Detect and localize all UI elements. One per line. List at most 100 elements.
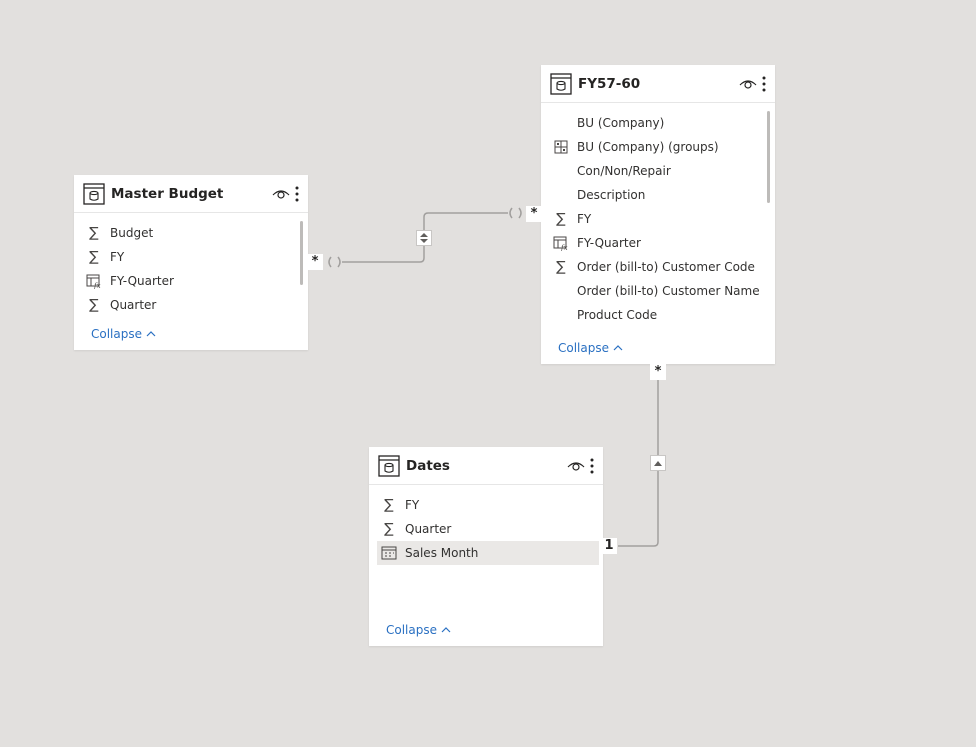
filter-chevron-left xyxy=(328,256,332,268)
calendar-icon xyxy=(381,546,397,560)
field-label: Description xyxy=(577,188,646,202)
blank-icon xyxy=(553,283,569,299)
table-title: FY57-60 xyxy=(578,75,641,92)
table-card-dates[interactable]: Dates ∑ FY ∑ Quarter Sales Month Collaps… xyxy=(369,447,603,646)
blank-icon xyxy=(553,307,569,323)
blank-icon xyxy=(553,115,569,131)
field-list[interactable]: ∑ FY ∑ Quarter Sales Month xyxy=(369,485,603,565)
eye-icon xyxy=(272,189,290,199)
field-label: BU (Company) (groups) xyxy=(577,140,719,154)
cardinality-many-marker: * xyxy=(526,206,542,222)
field-row[interactable]: fx FY-Quarter xyxy=(541,231,775,255)
more-options-button[interactable] xyxy=(757,75,767,93)
chevron-up-icon xyxy=(441,627,451,633)
group-icon xyxy=(554,140,568,154)
visibility-button[interactable] xyxy=(272,185,290,203)
collapse-button[interactable]: Collapse xyxy=(558,341,623,355)
table-header[interactable]: FY57-60 xyxy=(541,65,775,103)
field-row[interactable]: ∑ Budget xyxy=(74,221,308,245)
collapse-label: Collapse xyxy=(386,623,437,637)
field-row[interactable]: Description xyxy=(541,183,775,207)
field-label: Con/Non/Repair xyxy=(577,164,671,178)
scrollbar[interactable] xyxy=(767,111,770,203)
field-label: Quarter xyxy=(110,298,157,312)
sigma-icon: ∑ xyxy=(556,259,566,275)
field-list[interactable]: BU (Company) BU (Company) (groups) Con/N… xyxy=(541,103,775,327)
field-row[interactable]: BU (Company) (groups) xyxy=(541,135,775,159)
field-label: Order (bill-to) Customer Code xyxy=(577,260,755,274)
table-icon xyxy=(550,72,572,95)
cross-filter-both-button[interactable] xyxy=(416,230,432,246)
table-title: Master Budget xyxy=(111,185,224,202)
field-row[interactable]: ∑ FY xyxy=(369,493,603,517)
more-options-button[interactable] xyxy=(585,457,595,475)
table-card-master-budget[interactable]: Master Budget ∑ Budget ∑ FY fx FY-Quarte… xyxy=(74,175,308,350)
field-label: FY xyxy=(577,212,592,226)
sigma-icon: ∑ xyxy=(89,249,99,265)
arrow-up-icon xyxy=(654,461,662,466)
field-label: Budget xyxy=(110,226,154,240)
collapse-button[interactable]: Collapse xyxy=(386,623,451,637)
field-list[interactable]: ∑ Budget ∑ FY fx FY-Quarter ∑ Quarter xyxy=(74,213,308,317)
more-options-icon xyxy=(590,458,594,473)
blank-icon xyxy=(553,163,569,179)
field-row[interactable]: ∑ FY xyxy=(541,207,775,231)
field-label: BU (Company) xyxy=(577,116,665,130)
table-card-fy57-60[interactable]: FY57-60 BU (Company) BU (Company) (group… xyxy=(541,65,775,364)
field-row[interactable]: ∑ Quarter xyxy=(369,517,603,541)
more-options-icon xyxy=(762,76,766,91)
field-label: Sales Month xyxy=(405,546,479,560)
field-row[interactable]: fx FY-Quarter xyxy=(74,269,308,293)
collapse-label: Collapse xyxy=(91,327,142,341)
collapse-button[interactable]: Collapse xyxy=(91,327,156,341)
model-canvas[interactable]: Master Budget ∑ Budget ∑ FY fx FY-Quarte… xyxy=(0,0,976,747)
filter-chevron-left-2 xyxy=(337,256,341,268)
field-label: FY-Quarter xyxy=(577,236,641,250)
field-label: Order (bill-to) Customer Name xyxy=(577,284,760,298)
field-row[interactable]: ∑ FY xyxy=(74,245,308,269)
visibility-button[interactable] xyxy=(567,457,585,475)
field-row[interactable]: ∑ Quarter xyxy=(74,293,308,317)
scrollbar[interactable] xyxy=(300,221,303,285)
cardinality-many-marker: * xyxy=(650,364,666,380)
eye-icon xyxy=(567,461,585,471)
field-row[interactable]: Product Code xyxy=(541,303,775,327)
table-title: Dates xyxy=(406,457,450,474)
field-label: FY xyxy=(405,498,420,512)
filter-chevron-right-2 xyxy=(518,207,522,219)
field-row-selected[interactable]: Sales Month xyxy=(377,541,599,565)
field-row[interactable]: ∑ Order (bill-to) Customer Code xyxy=(541,255,775,279)
sigma-icon: ∑ xyxy=(384,521,394,537)
svg-text:fx: fx xyxy=(560,244,568,251)
sigma-icon: ∑ xyxy=(89,297,99,313)
cardinality-many-marker: * xyxy=(307,254,323,270)
eye-icon xyxy=(739,79,757,89)
field-label: Quarter xyxy=(405,522,452,536)
calculated-column-icon: fx xyxy=(86,274,101,289)
field-row[interactable]: Con/Non/Repair xyxy=(541,159,775,183)
cardinality-one-marker: 1 xyxy=(601,538,617,554)
sigma-icon: ∑ xyxy=(89,225,99,241)
table-header[interactable]: Master Budget xyxy=(74,175,308,213)
visibility-button[interactable] xyxy=(739,75,757,93)
field-row[interactable]: Order (bill-to) Customer Name xyxy=(541,279,775,303)
chevron-up-icon xyxy=(613,345,623,351)
cross-filter-single-button[interactable] xyxy=(650,455,666,471)
more-options-icon xyxy=(295,186,299,201)
field-row[interactable]: BU (Company) xyxy=(541,111,775,135)
table-icon xyxy=(83,182,105,205)
chevron-up-icon xyxy=(146,331,156,337)
blank-icon xyxy=(553,187,569,203)
field-label: FY xyxy=(110,250,125,264)
svg-text:fx: fx xyxy=(93,282,101,289)
sigma-icon: ∑ xyxy=(384,497,394,513)
more-options-button[interactable] xyxy=(290,185,300,203)
field-label: Product Code xyxy=(577,308,658,322)
collapse-label: Collapse xyxy=(558,341,609,355)
table-header[interactable]: Dates xyxy=(369,447,603,485)
calculated-column-icon: fx xyxy=(553,236,568,251)
table-icon xyxy=(378,454,400,477)
field-label: FY-Quarter xyxy=(110,274,174,288)
sigma-icon: ∑ xyxy=(556,211,566,227)
double-arrow-icon xyxy=(420,233,428,243)
